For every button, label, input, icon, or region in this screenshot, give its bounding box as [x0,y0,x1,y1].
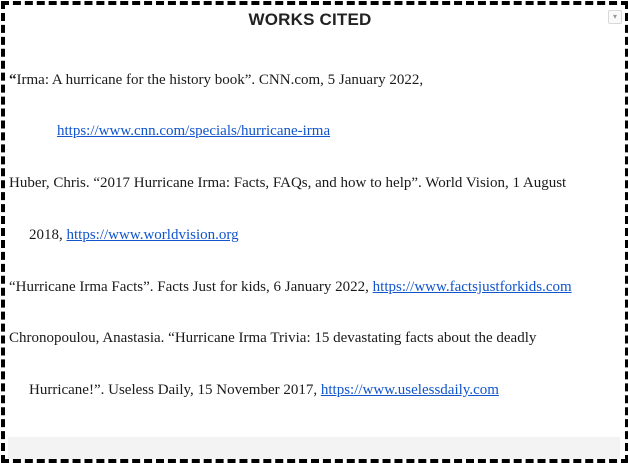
citation-1-line-2: https://www.cnn.com/specials/hurricane-i… [57,121,330,141]
citation-text: Hurricane!”. Useless Daily, 15 November … [29,382,321,398]
citation-text: 2018, [29,227,67,243]
citation-3-line-1: “Hurricane Irma Facts”. Facts Just for k… [9,277,572,297]
citation-1-line-1: “Irma: A hurricane for the history book”… [9,70,423,90]
citation-4-line-2: Hurricane!”. Useless Daily, 15 November … [29,380,499,400]
opening-quote: “ [9,72,17,88]
page-title: WORKS CITED [248,10,372,29]
citation-text: “Hurricane Irma Facts”. Facts Just for k… [9,279,373,295]
citation-4-line-1: Chronopoulou, Anastasia. “Hurricane Irma… [9,328,536,348]
citation-link[interactable]: https://www.worldvision.org [67,227,239,243]
page-bottom-strip [8,437,620,459]
citation-2-line-2: 2018, https://www.worldvision.org [29,225,239,245]
citation-link[interactable]: https://www.cnn.com/specials/hurricane-i… [57,123,330,139]
citation-link[interactable]: https://www.uselessdaily.com [321,382,499,398]
citation-text: Huber, Chris. “2017 Hurricane Irma: Fact… [9,175,567,191]
citation-text: Chronopoulou, Anastasia. “Hurricane Irma… [9,330,537,346]
citation-text: Irma: A hurricane for the history book”.… [16,72,424,88]
citation-2-line-1: Huber, Chris. “2017 Hurricane Irma: Fact… [9,173,566,193]
citation-link[interactable]: https://www.factsjustforkids.com [373,279,572,295]
